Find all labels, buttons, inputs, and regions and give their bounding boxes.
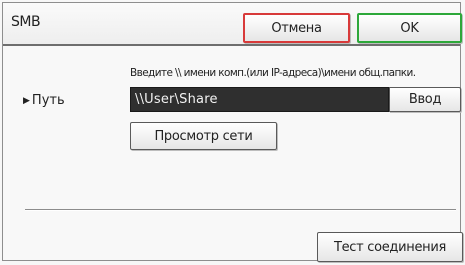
path-input[interactable]: \\User\Share [130, 87, 389, 112]
browse-network-button[interactable]: Просмотр сети [130, 122, 277, 150]
cancel-button[interactable]: Отмена [243, 13, 350, 43]
path-label: Путь [31, 93, 65, 108]
divider [25, 209, 456, 211]
title-bar: SMB Отмена OK [3, 3, 462, 46]
connection-test-button[interactable]: Тест соединения [317, 232, 463, 262]
path-hint: Введите \\ имени комп.(или IP-адреса)\им… [130, 67, 416, 79]
triangle-right-icon: ▶ [23, 95, 30, 106]
enter-button[interactable]: Ввод [389, 87, 461, 112]
path-label-row: ▶ Путь [23, 93, 65, 108]
smb-dialog: SMB Отмена OK Введите \\ имени комп.(или… [2, 2, 463, 262]
ok-button[interactable]: OK [357, 13, 462, 43]
dialog-title: SMB [11, 14, 41, 30]
